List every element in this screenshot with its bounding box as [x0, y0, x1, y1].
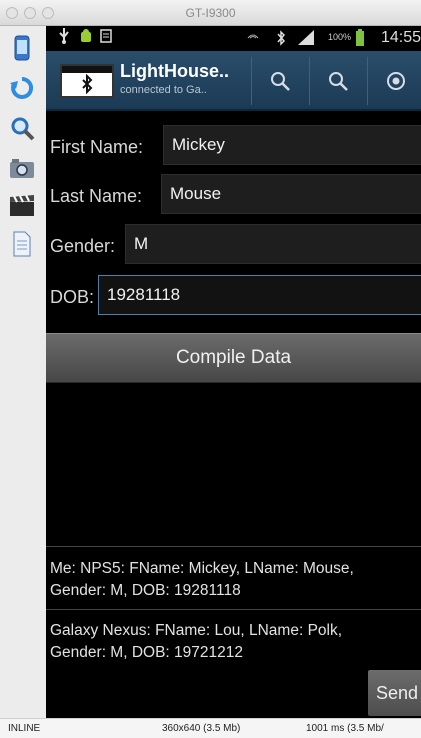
message-line: Me: NPS5: FName: Mickey, LName: Mouse,	[50, 560, 354, 577]
status-time: 14:55	[380, 29, 421, 46]
gender-row: Gender: M	[46, 224, 421, 268]
phone-icon[interactable]	[8, 34, 36, 62]
window-titlebar: GT-I9300	[0, 0, 421, 26]
android-status-bar: 100% 14:55	[46, 26, 421, 51]
dob-label: DOB:	[50, 287, 95, 307]
gender-label: Gender:	[50, 236, 116, 256]
usb-icon	[58, 28, 70, 48]
search-alt-icon[interactable]	[310, 51, 366, 111]
message-line: Gender: M, DOB: 19281118	[50, 582, 241, 599]
left-toolbar	[0, 26, 46, 718]
message-line: Gender: M, DOB: 19721212	[50, 644, 244, 661]
battery-icon	[355, 29, 365, 51]
window-title: GT-I9300	[185, 6, 236, 20]
action-bar: LightHouse.. connected to Ga..	[46, 51, 421, 111]
android-notification-icon	[80, 29, 92, 47]
phone-screen: 100% 14:55 LightHouse.. connected to Ga.…	[46, 26, 421, 718]
compile-data-button[interactable]: Compile Data	[46, 333, 421, 383]
last-name-label: Last Name:	[50, 186, 143, 206]
battery-percentage: 100%	[327, 32, 351, 42]
mode-label: INLINE	[8, 723, 41, 734]
send-button[interactable]: Send	[368, 670, 421, 716]
camera-icon[interactable]	[8, 154, 36, 182]
discover-icon[interactable]	[368, 51, 421, 111]
zoom-icon[interactable]	[8, 114, 36, 142]
dob-field[interactable]: 19281118	[98, 275, 421, 315]
gender-field[interactable]: M	[125, 224, 421, 264]
document-icon[interactable]	[8, 230, 36, 258]
connection-subtitle: connected to Ga..	[120, 84, 207, 96]
bluetooth-icon	[276, 30, 286, 50]
app-logo-icon[interactable]	[60, 64, 114, 98]
document-notification-icon	[100, 29, 112, 47]
first-name-label: First Name:	[50, 137, 144, 157]
resolution-label: 360x640 (3.5 Mb)	[162, 723, 241, 734]
rotate-icon[interactable]	[8, 74, 36, 102]
last-name-row: Last Name: Mouse	[46, 174, 421, 218]
dob-row: DOB: 19281118	[46, 275, 421, 319]
timing-label: 1001 ms (3.5 Mb/	[306, 723, 384, 734]
nfc-icon	[246, 31, 260, 48]
first-name-row: First Name: Mickey	[46, 125, 421, 169]
bottom-info-bar: INLINE 360x640 (3.5 Mb) 1001 ms (3.5 Mb/	[0, 718, 421, 738]
first-name-field[interactable]: Mickey	[163, 125, 421, 165]
video-icon[interactable]	[8, 192, 36, 220]
last-name-field[interactable]: Mouse	[161, 174, 421, 214]
signal-icon	[298, 30, 314, 49]
search-icon[interactable]	[252, 51, 308, 111]
message-line: Galaxy Nexus: FName: Lou, LName: Polk,	[50, 622, 343, 639]
app-title: LightHouse..	[120, 61, 229, 81]
